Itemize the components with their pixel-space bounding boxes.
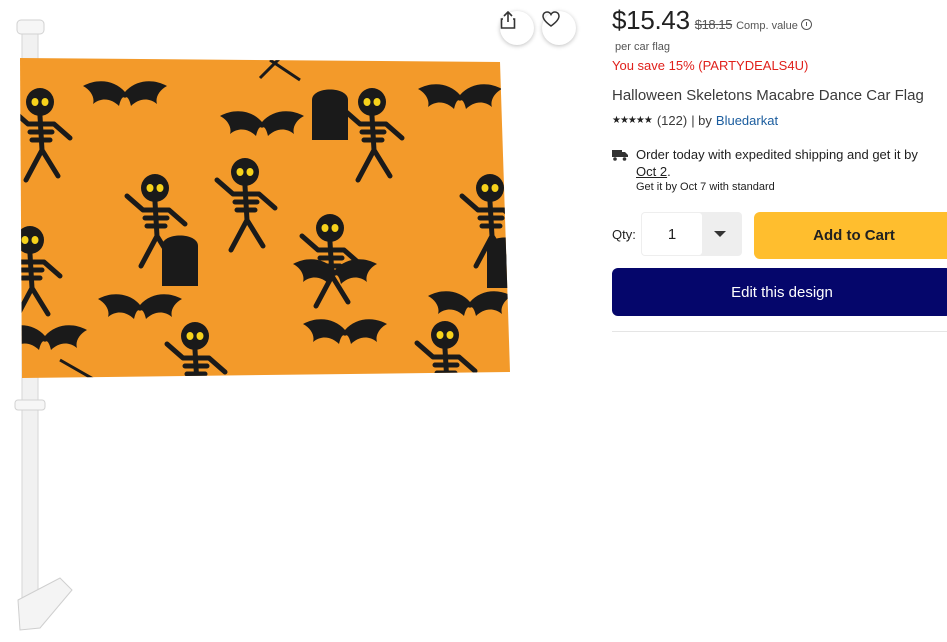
rating-row: ★★★★★ (122) | by Bluedarkat xyxy=(612,113,778,128)
expedited-date-link[interactable]: Oct 2 xyxy=(636,164,667,179)
product-title: Halloween Skeletons Macabre Dance Car Fl… xyxy=(612,87,924,104)
shipping-text: Order today with expedited shipping and … xyxy=(636,147,918,162)
truck-icon xyxy=(612,150,628,161)
shipping-standard: Get it by Oct 7 with standard xyxy=(636,181,775,193)
shipping-period: . xyxy=(667,164,671,179)
shipping-date-row: Oct 2. xyxy=(636,164,947,179)
chevron-down-icon[interactable] xyxy=(714,231,726,237)
price-row: $15.43 $18.15 Comp. value xyxy=(612,5,812,36)
share-button[interactable] xyxy=(500,11,534,45)
shipping-info: Order today with expedited shipping and … xyxy=(612,147,947,193)
qty-label: Qty: xyxy=(612,226,636,242)
heart-icon xyxy=(542,11,560,27)
review-count[interactable]: (122) xyxy=(657,113,687,128)
quantity-select[interactable]: 1 xyxy=(641,212,742,256)
quantity-row: Qty: 1 xyxy=(612,212,742,256)
per-unit-label: per car flag xyxy=(615,41,671,53)
favorite-button[interactable] xyxy=(542,11,576,45)
add-to-cart-button[interactable]: Add to Cart xyxy=(754,212,947,259)
car-flag-illustration xyxy=(14,19,510,631)
quantity-value[interactable]: 1 xyxy=(642,213,702,255)
share-icon xyxy=(500,11,516,29)
rating-stars[interactable]: ★★★★★ xyxy=(612,115,653,126)
comp-value-label: Comp. value xyxy=(736,20,798,32)
savings-text: You save 15% (PARTYDEALS4U) xyxy=(612,58,809,73)
original-price: $18.15 xyxy=(694,17,733,32)
current-price: $15.43 xyxy=(612,5,690,35)
shipping-expedited: Order today with expedited shipping and … xyxy=(612,147,947,162)
product-info-panel: $15.43 $18.15 Comp. value per car flag Y… xyxy=(612,0,947,642)
by-label: | by xyxy=(691,113,712,128)
product-image xyxy=(0,0,600,642)
divider xyxy=(612,331,947,332)
info-icon[interactable] xyxy=(800,19,812,30)
seller-link[interactable]: Bluedarkat xyxy=(716,113,778,128)
edit-design-button[interactable]: Edit this design xyxy=(612,268,947,316)
